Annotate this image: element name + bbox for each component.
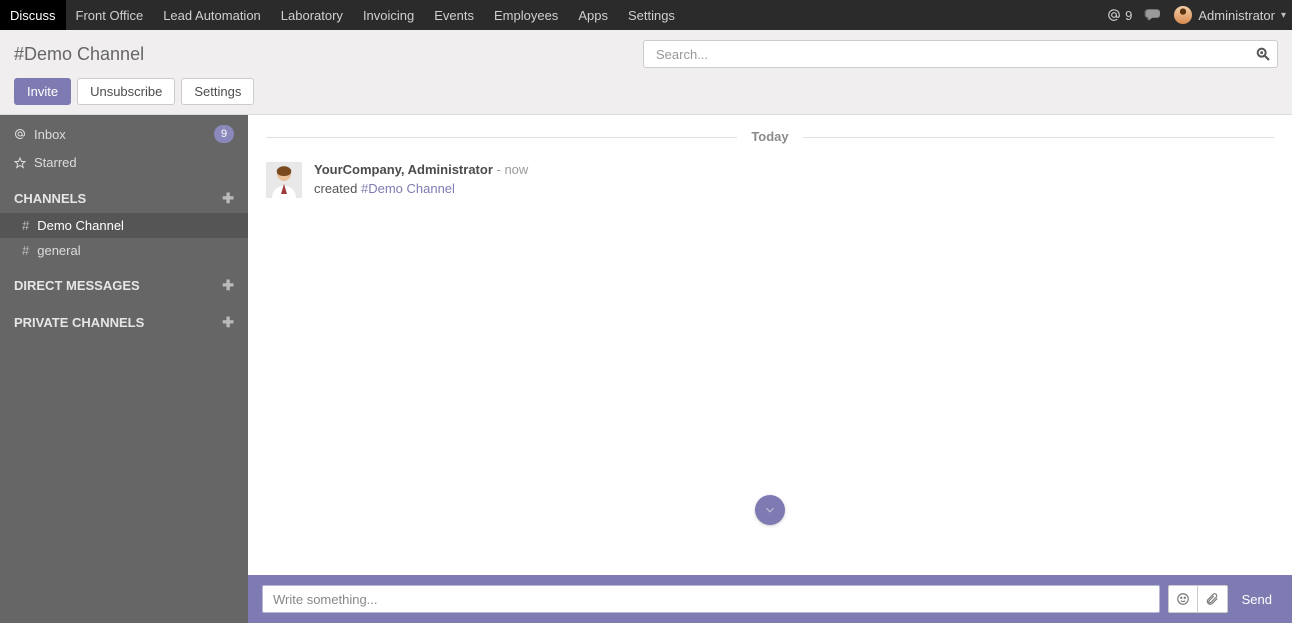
top-nav-left: Discuss Front Office Lead Automation Lab… [0, 0, 685, 30]
sidebar-inbox-label: Inbox [34, 127, 66, 142]
date-separator: Today [266, 129, 1274, 144]
sidebar-inbox[interactable]: Inbox 9 [0, 119, 248, 149]
at-icon [1107, 8, 1121, 22]
message-avatar [266, 162, 302, 198]
section-direct-label: DIRECT MESSAGES [14, 278, 140, 293]
add-dm-button[interactable]: ✚ [222, 277, 234, 294]
message-channel-link[interactable]: #Demo Channel [361, 181, 455, 196]
message-time: now [504, 162, 528, 177]
search-icon[interactable] [1255, 46, 1271, 62]
mentions-count: 9 [1125, 8, 1132, 23]
unsubscribe-button[interactable]: Unsubscribe [77, 78, 175, 105]
hash-icon: # [22, 218, 29, 233]
star-icon [14, 157, 26, 169]
at-icon [14, 128, 26, 140]
nav-settings[interactable]: Settings [618, 0, 685, 30]
chevron-down-icon: ▾ [1281, 10, 1286, 21]
channel-label: general [37, 243, 80, 258]
nav-discuss[interactable]: Discuss [0, 0, 66, 30]
scroll-to-bottom-button[interactable] [755, 495, 785, 525]
search-input[interactable] [654, 46, 1255, 63]
section-private-label: PRIVATE CHANNELS [14, 315, 144, 330]
date-separator-label: Today [737, 129, 802, 144]
invite-button[interactable]: Invite [14, 78, 71, 105]
user-name: Administrator [1198, 8, 1275, 23]
nav-front-office[interactable]: Front Office [66, 0, 154, 30]
message-author: YourCompany, Administrator [314, 162, 493, 177]
nav-laboratory[interactable]: Laboratory [271, 0, 353, 30]
sidebar: Inbox 9 Starred CHANNELS ✚ # Demo Channe… [0, 115, 248, 623]
search-box[interactable] [643, 40, 1278, 68]
composer-input[interactable] [262, 585, 1160, 613]
nav-invoicing[interactable]: Invoicing [353, 0, 424, 30]
user-menu[interactable]: Administrator ▾ [1174, 6, 1286, 24]
inbox-count-badge: 9 [214, 125, 234, 143]
plus-icon: ✚ [222, 190, 234, 206]
add-channel-button[interactable]: ✚ [222, 190, 234, 207]
nav-lead-automation[interactable]: Lead Automation [153, 0, 271, 30]
section-private-channels: PRIVATE CHANNELS ✚ [0, 300, 248, 337]
nav-events[interactable]: Events [424, 0, 484, 30]
composer: Send [248, 575, 1292, 623]
message: YourCompany, Administrator - now created… [266, 162, 1274, 198]
emoji-button[interactable] [1168, 585, 1198, 613]
page-title: #Demo Channel [14, 44, 144, 65]
plus-icon: ✚ [222, 277, 234, 293]
paperclip-icon [1205, 592, 1219, 606]
sidebar-starred[interactable]: Starred [0, 149, 248, 176]
channel-general[interactable]: # general [0, 238, 248, 263]
section-direct-messages: DIRECT MESSAGES ✚ [0, 263, 248, 300]
channel-label: Demo Channel [37, 218, 124, 233]
chevron-down-icon [763, 503, 777, 517]
hash-icon: # [22, 243, 29, 258]
message-action: created [314, 181, 361, 196]
smiley-icon [1176, 592, 1190, 606]
top-nav: Discuss Front Office Lead Automation Lab… [0, 0, 1292, 30]
sidebar-starred-label: Starred [34, 155, 77, 170]
avatar-icon [1174, 6, 1192, 24]
nav-employees[interactable]: Employees [484, 0, 568, 30]
main-thread: Today YourCompany, Administrator - now [248, 115, 1292, 623]
add-private-channel-button[interactable]: ✚ [222, 314, 234, 331]
plus-icon: ✚ [222, 314, 234, 330]
mentions-counter[interactable]: 9 [1107, 8, 1132, 23]
section-channels: CHANNELS ✚ [0, 176, 248, 213]
subheader: #Demo Channel Invite Unsubscribe Setting… [0, 30, 1292, 115]
channel-demo-channel[interactable]: # Demo Channel [0, 213, 248, 238]
section-channels-label: CHANNELS [14, 191, 86, 206]
message-sep: - [493, 162, 505, 177]
nav-apps[interactable]: Apps [568, 0, 618, 30]
settings-button[interactable]: Settings [181, 78, 254, 105]
attach-button[interactable] [1198, 585, 1228, 613]
send-button[interactable]: Send [1236, 592, 1278, 607]
top-nav-right: 9 Administrator ▾ [1107, 0, 1292, 30]
conversations-icon[interactable] [1144, 8, 1162, 22]
